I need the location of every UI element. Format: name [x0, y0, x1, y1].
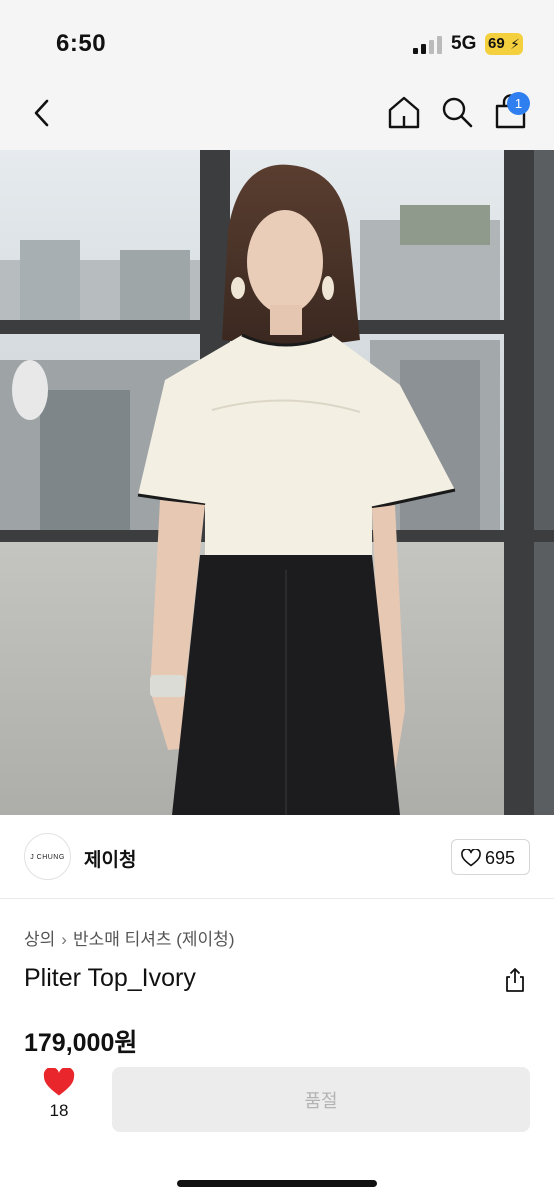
app-header [0, 80, 554, 150]
share-icon [506, 968, 524, 992]
breadcrumb: 상의 › 반소매 티셔츠 (제이청) [24, 925, 234, 950]
product-image[interactable] [0, 150, 554, 815]
soldout-button[interactable]: 품절 [112, 1067, 530, 1132]
chevron-left-icon [34, 99, 49, 127]
brand-row: J CHUNG 제이청 695 [0, 815, 554, 899]
status-bar: 6:50 5G 69 ⚡ [0, 0, 554, 80]
home-icon [388, 96, 420, 129]
signal-icon [413, 36, 443, 54]
product-title: Pliter Top_Ivory [24, 964, 196, 992]
breadcrumb-item[interactable]: 상의 [24, 930, 55, 949]
battery-icon: 69 ⚡ [485, 33, 523, 55]
cart-badge: 1 [507, 92, 530, 115]
heart-outline-icon [461, 849, 481, 867]
search-icon [442, 97, 473, 128]
home-indicator [177, 1180, 377, 1187]
back-button[interactable] [28, 96, 58, 130]
brand-like-count: 695 [485, 848, 516, 868]
brand-logo[interactable]: J CHUNG [24, 833, 71, 880]
network-label: 5G [451, 33, 477, 54]
chevron-right-icon: › [61, 930, 67, 949]
status-time: 6:50 [56, 30, 107, 57]
share-button[interactable] [503, 967, 527, 993]
brand-like-button[interactable]: 695 [451, 839, 530, 875]
battery-level: 69 [488, 35, 505, 52]
brand-name[interactable]: 제이청 [84, 845, 136, 872]
wish-count: 18 [49, 1101, 69, 1120]
wish-button[interactable]: 18 [38, 1068, 80, 1128]
breadcrumb-item[interactable]: 반소매 티셔츠 (제이청) [73, 930, 235, 949]
search-button[interactable] [440, 94, 474, 130]
product-price: 179,000원 [24, 1029, 138, 1057]
product-photo [0, 150, 554, 815]
heart-filled-icon [43, 1068, 75, 1096]
home-button[interactable] [386, 94, 422, 130]
